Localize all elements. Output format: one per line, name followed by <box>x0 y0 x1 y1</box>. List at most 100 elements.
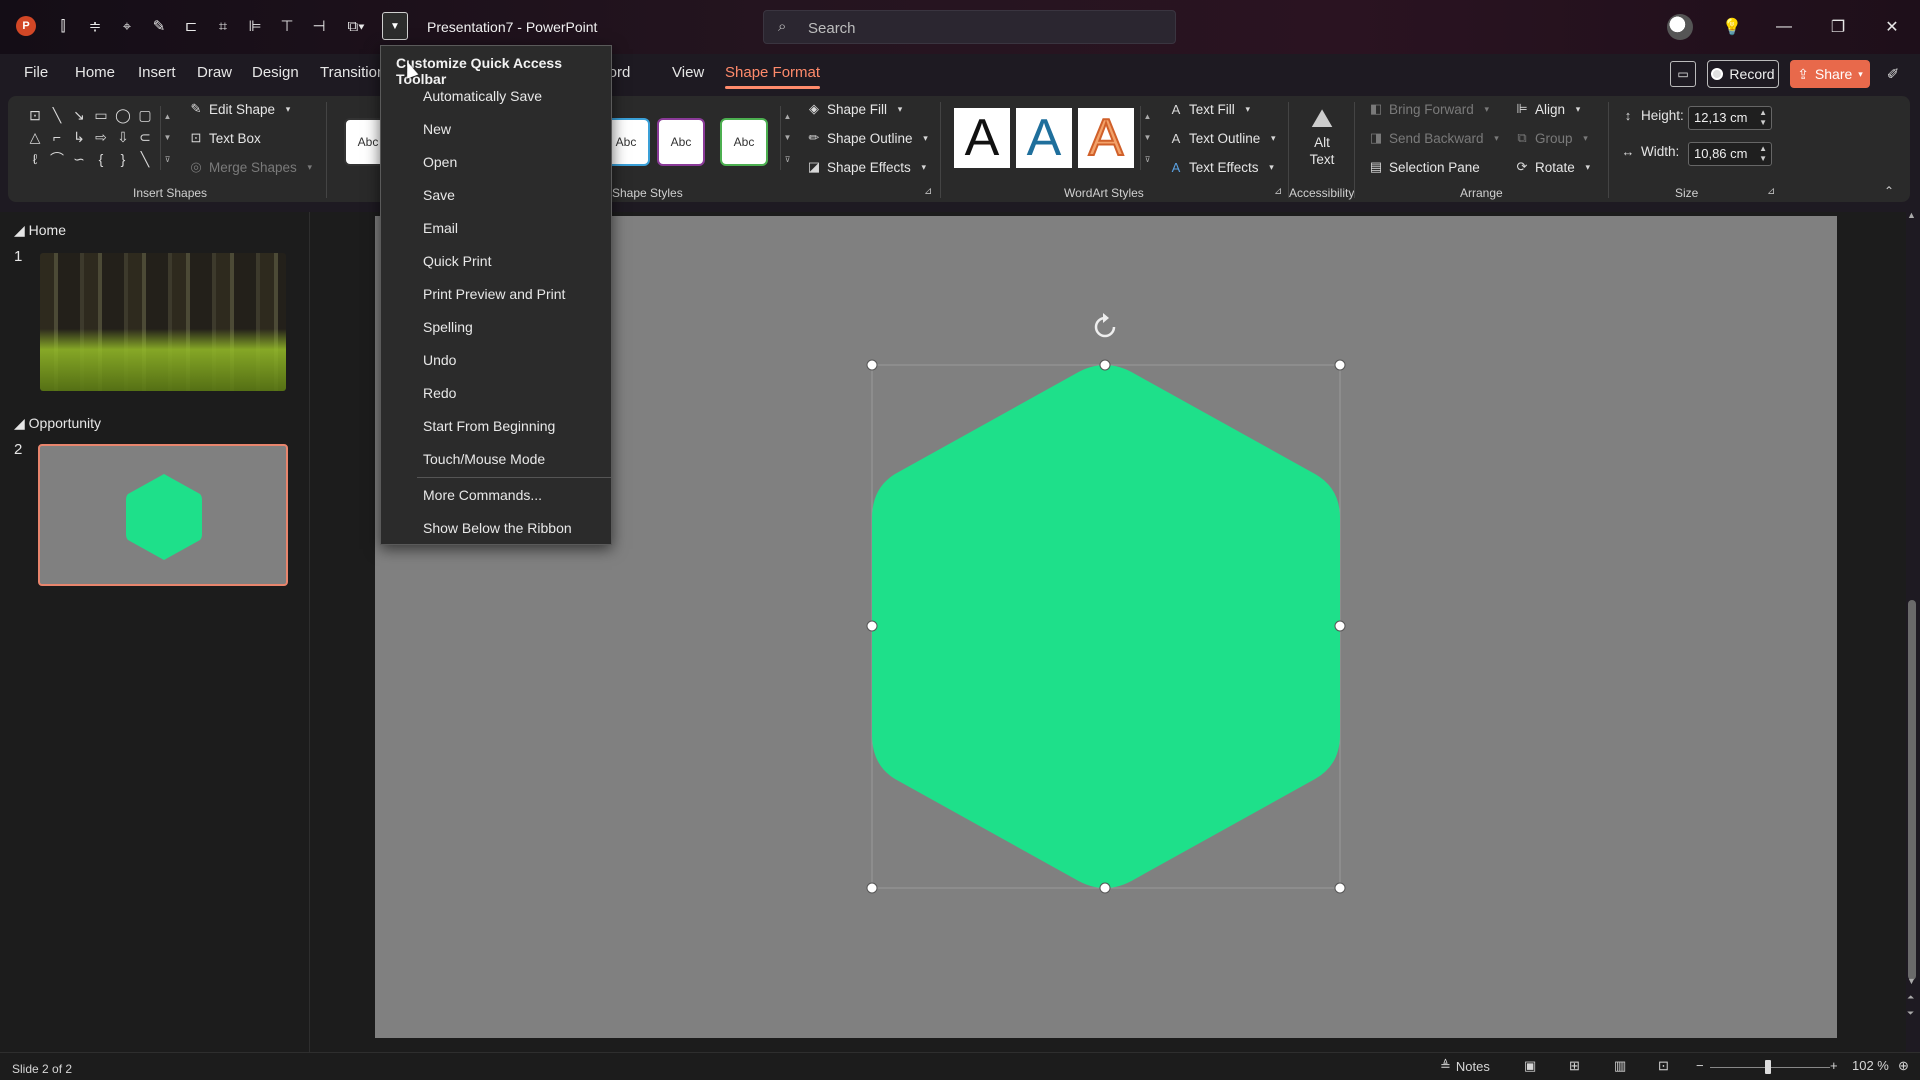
fit-to-window-icon[interactable]: ⊕ <box>1898 1058 1909 1074</box>
slideshow-icon[interactable]: ⊡ <box>1658 1058 1669 1074</box>
zoom-in-icon[interactable]: + <box>1830 1058 1838 1073</box>
qat-align-center-icon[interactable]: ⊏ <box>180 15 202 37</box>
rounded-rect-shape-icon[interactable]: ▢ <box>136 106 154 124</box>
menu-item[interactable]: Automatically Save <box>423 88 542 104</box>
width-input[interactable]: 10,86 cm ▲ ▼ <box>1688 142 1772 166</box>
spinner-icon[interactable]: ▲ ▼ <box>1759 144 1767 164</box>
qat-edit-points-icon[interactable]: ✎ <box>148 15 170 37</box>
section-header-opportunity[interactable]: ◢ Opportunity <box>14 415 101 432</box>
wordart-style-blue[interactable]: A <box>1016 108 1072 168</box>
notes-button[interactable]: ≜ Notes <box>1440 1058 1490 1074</box>
menu-item[interactable]: Open <box>423 154 457 170</box>
copilot-icon[interactable]: ✐ <box>1881 62 1905 86</box>
text-box-button[interactable]: ⊡ Text Box <box>188 130 261 146</box>
section-header-home[interactable]: ◢ Home <box>14 222 66 239</box>
qat-align-left-icon[interactable]: ⊫ <box>244 15 266 37</box>
oval-shape-icon[interactable]: ◯ <box>114 106 132 124</box>
avatar[interactable] <box>1667 14 1693 40</box>
freeform-shape-icon[interactable]: ℓ <box>26 150 44 168</box>
qat-align-right-icon[interactable]: ⊣ <box>308 15 330 37</box>
menu-item[interactable]: New <box>423 121 451 137</box>
rotate-handle-icon[interactable] <box>1094 313 1116 338</box>
dialog-launcher-icon[interactable]: ⊿ <box>924 186 932 197</box>
normal-view-icon[interactable]: ▣ <box>1524 1058 1536 1074</box>
qat-align-icon[interactable]: ⫿ <box>52 15 74 37</box>
align-button[interactable]: ⊫ Align ▾ <box>1514 101 1586 117</box>
wordart-scroll[interactable]: ▲ ▼ ⊽ <box>1140 106 1154 170</box>
down-arrow-shape-icon[interactable]: ⇩ <box>114 128 132 146</box>
lightbulb-icon[interactable]: 💡 <box>1717 12 1747 42</box>
shapes-gallery[interactable]: ⊡ ╲ ↘ ▭ ◯ ▢ △ ⌐ ↳ ⇨ ⇩ ⊂ ℓ ⌒ ∽ { } ╲ <box>26 106 176 170</box>
edit-shape-button[interactable]: ✎ Edit Shape ▾ <box>188 101 296 117</box>
menu-item[interactable]: Quick Print <box>423 253 491 269</box>
tab-insert[interactable]: Insert <box>138 64 176 81</box>
group-button[interactable]: ⧉ Group ▾ <box>1514 130 1594 146</box>
menu-item[interactable]: Touch/Mouse Mode <box>423 451 545 467</box>
diagonal-line-shape-icon[interactable]: ╲ <box>136 150 154 168</box>
bring-forward-button[interactable]: ◧ Bring Forward ▾ <box>1368 101 1495 117</box>
customize-qat-button[interactable]: ▼ <box>382 12 408 40</box>
tab-design[interactable]: Design <box>252 64 299 81</box>
menu-item[interactable]: Print Preview and Print <box>423 286 565 302</box>
show-below-ribbon-item[interactable]: Show Below the Ribbon <box>423 520 572 536</box>
send-backward-button[interactable]: ◨ Send Backward ▾ <box>1368 130 1505 146</box>
tab-view[interactable]: View <box>672 64 704 81</box>
height-input[interactable]: 12,13 cm ▲ ▼ <box>1688 106 1772 130</box>
tab-home[interactable]: Home <box>75 64 115 81</box>
qat-align-top-icon[interactable]: ⊤ <box>276 15 298 37</box>
menu-item[interactable]: Start From Beginning <box>423 418 555 434</box>
qat-crop-icon[interactable]: ⌗ <box>212 15 234 37</box>
menu-item[interactable]: Undo <box>423 352 456 368</box>
zoom-level[interactable]: 102 % <box>1852 1058 1889 1073</box>
minimize-icon[interactable]: — <box>1769 12 1799 42</box>
shapes-gallery-scroll[interactable]: ▲ ▼ ⊽ <box>160 106 174 170</box>
collapse-ribbon-icon[interactable]: ⌃ <box>1884 184 1894 198</box>
dialog-launcher-icon[interactable]: ⊿ <box>1274 186 1282 197</box>
shape-style-swatch[interactable]: Abc <box>720 118 768 166</box>
next-slide-icon[interactable]: ⏷ <box>1907 1008 1914 1019</box>
slide-thumbnail-1[interactable] <box>40 253 286 391</box>
dialog-launcher-icon[interactable]: ⊿ <box>1767 186 1775 197</box>
record-button[interactable]: Record <box>1707 60 1779 88</box>
previous-slide-icon[interactable]: ⏶ <box>1907 992 1914 1003</box>
text-fill-button[interactable]: A Text Fill ▾ <box>1168 101 1256 117</box>
qat-group-icon[interactable]: ⧉▾ <box>340 15 372 37</box>
selection-pane-button[interactable]: ▤ Selection Pane <box>1368 159 1480 175</box>
alt-text-button[interactable]: ⛰ Alt Text <box>1302 102 1342 180</box>
tab-file[interactable]: File <box>24 64 48 81</box>
text-box-shape-icon[interactable]: ⊡ <box>26 106 44 124</box>
slide-sorter-icon[interactable]: ⊞ <box>1569 1058 1580 1074</box>
shape-outline-button[interactable]: ✏ Shape Outline ▾ <box>806 130 934 146</box>
rectangle-shape-icon[interactable]: ▭ <box>92 106 110 124</box>
right-arrow-shape-icon[interactable]: ⇨ <box>92 128 110 146</box>
zoom-slider-thumb[interactable] <box>1765 1060 1771 1074</box>
zoom-out-icon[interactable]: − <box>1696 1058 1704 1073</box>
flowchart-shape-icon[interactable]: ⊂ <box>136 128 154 146</box>
elbow-connector-icon[interactable]: ⌐ <box>48 128 66 146</box>
tab-draw[interactable]: Draw <box>197 64 232 81</box>
selected-hexagon-shape[interactable] <box>860 310 1350 900</box>
spinner-icon[interactable]: ▲ ▼ <box>1759 108 1767 128</box>
text-outline-button[interactable]: A Text Outline ▾ <box>1168 130 1281 146</box>
restore-icon[interactable]: ❐ <box>1823 12 1853 42</box>
left-brace-shape-icon[interactable]: { <box>92 150 110 168</box>
more-commands-item[interactable]: More Commands... <box>423 487 542 503</box>
rotate-button[interactable]: ⟳ Rotate ▾ <box>1514 159 1596 175</box>
line-shape-icon[interactable]: ╲ <box>48 106 66 124</box>
scroll-up-icon[interactable]: ▲ <box>1907 210 1916 220</box>
arrow-line-shape-icon[interactable]: ↘ <box>70 106 88 124</box>
text-effects-button[interactable]: A Text Effects ▾ <box>1168 159 1280 175</box>
qat-distribute-icon[interactable]: ≑ <box>84 15 106 37</box>
shape-fill-button[interactable]: ◈ Shape Fill ▾ <box>806 101 908 117</box>
right-brace-shape-icon[interactable]: } <box>114 150 132 168</box>
merge-shapes-button[interactable]: ◎ Merge Shapes ▾ <box>188 159 318 175</box>
vertical-scrollbar[interactable]: ▲ ▼ ⏶ ⏷ <box>1904 210 1920 1030</box>
close-icon[interactable]: ✕ <box>1877 12 1907 42</box>
scrollbar-thumb[interactable] <box>1908 600 1916 980</box>
slide-thumbnail-2[interactable] <box>38 444 288 586</box>
curve-shape-icon[interactable]: ∽ <box>70 150 88 168</box>
menu-item[interactable]: Save <box>423 187 455 203</box>
shape-style-swatch[interactable]: Abc <box>657 118 705 166</box>
shape-styles-scroll[interactable]: ▲ ▼ ⊽ <box>780 106 794 170</box>
menu-item[interactable]: Redo <box>423 385 456 401</box>
